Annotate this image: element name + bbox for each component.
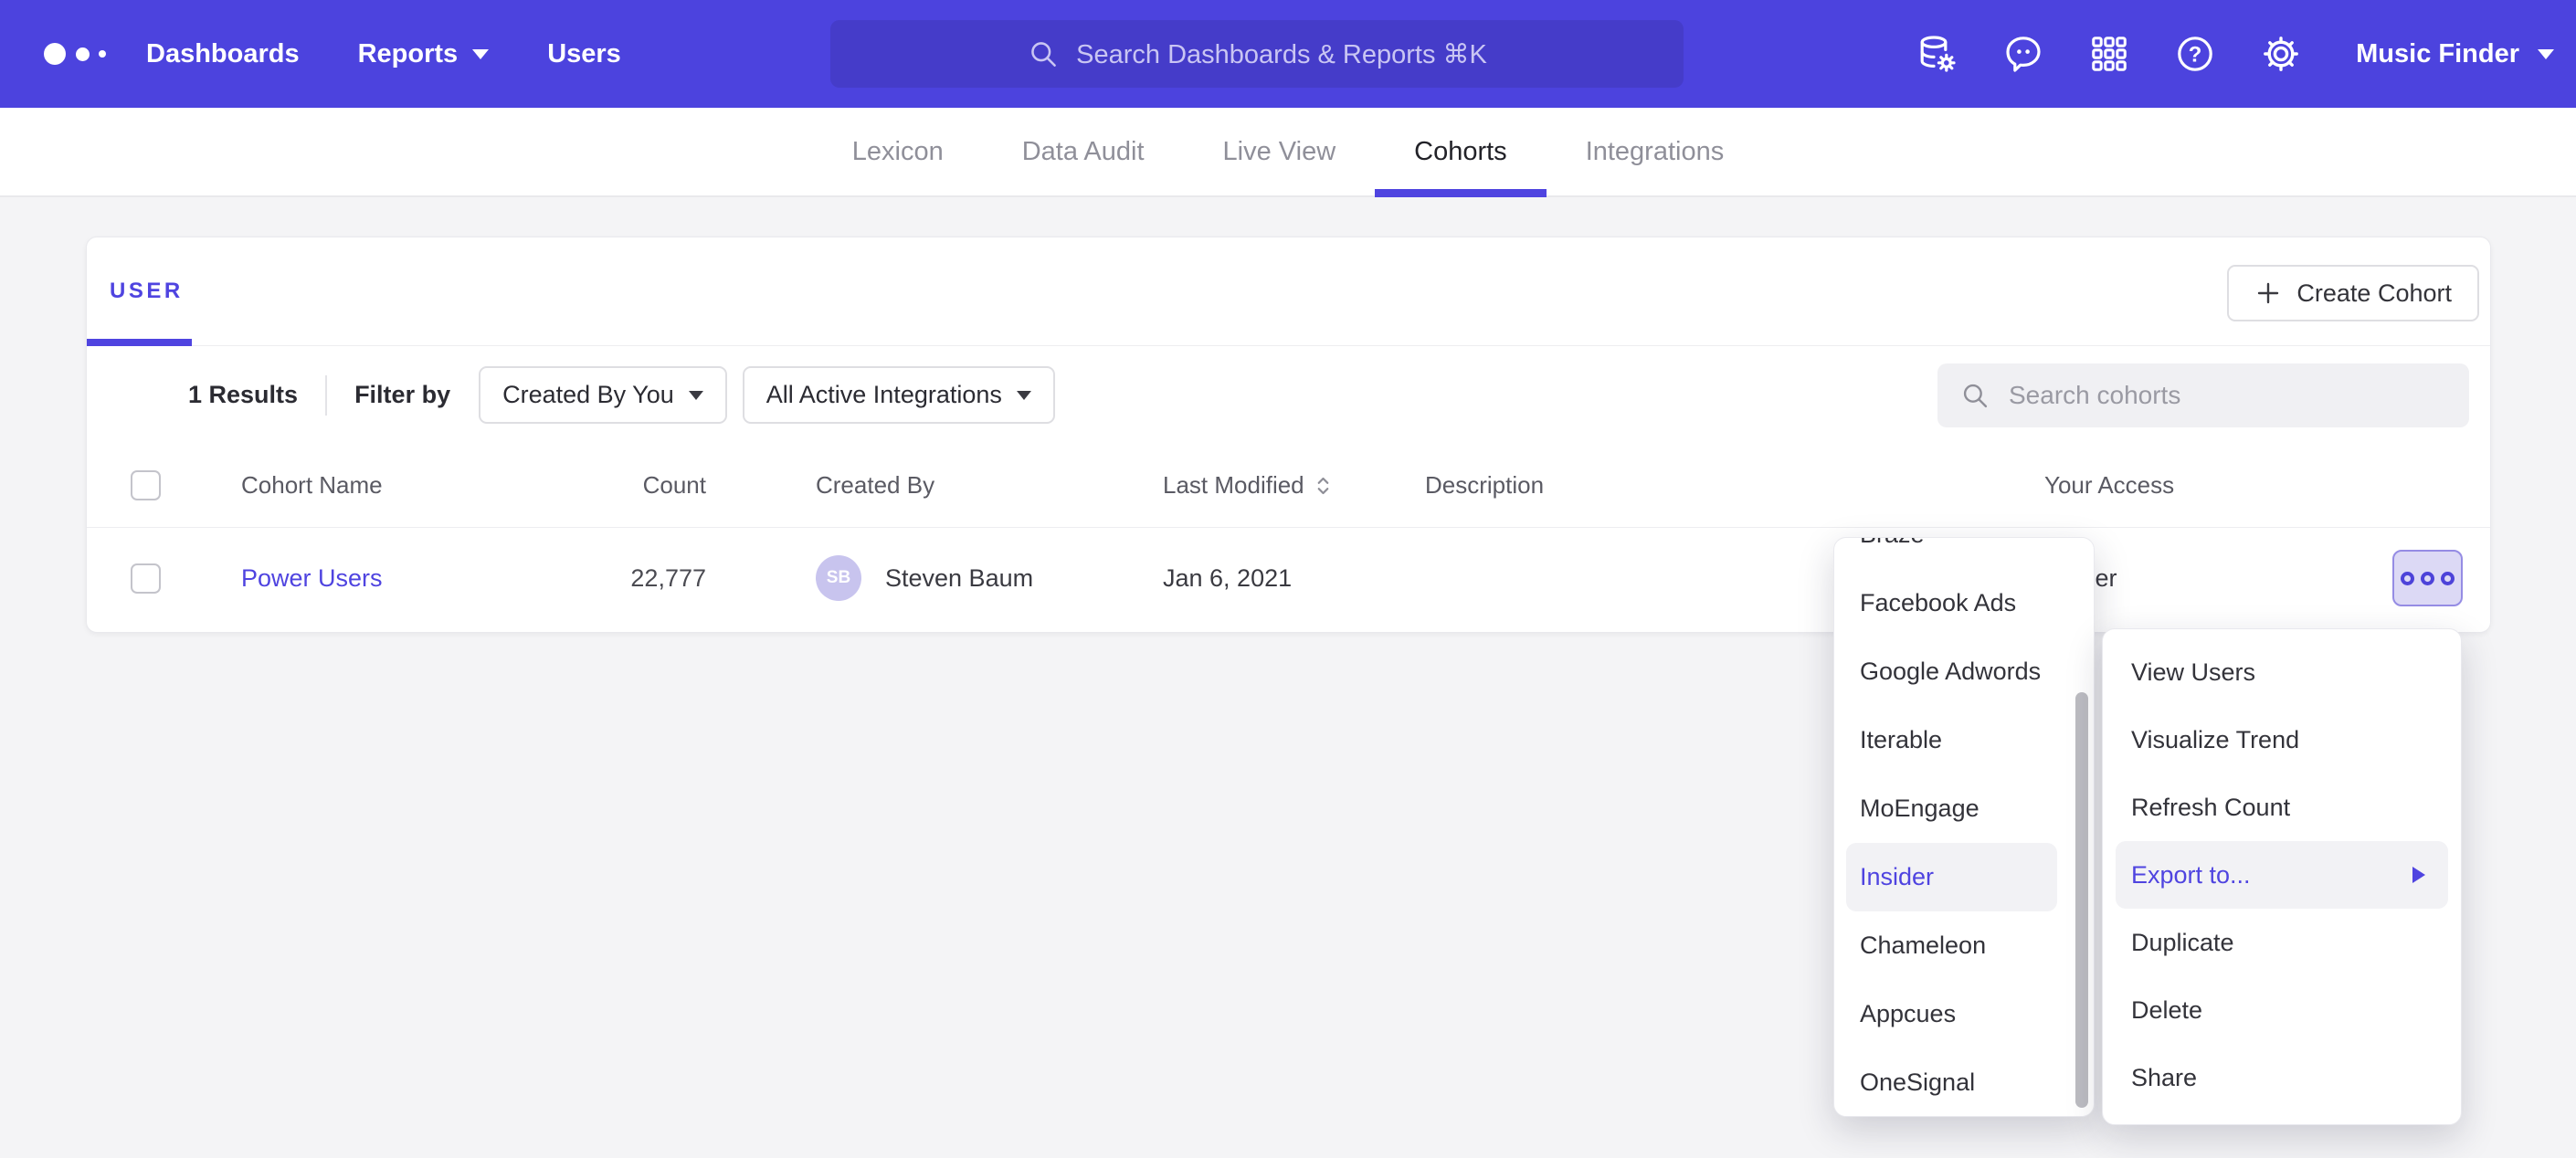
search-icon [1027, 37, 1060, 70]
help-icon[interactable]: ? [2173, 32, 2217, 76]
chevron-down-icon [472, 49, 489, 59]
nav-item-reports[interactable]: Reports [358, 39, 490, 69]
menu-item-visualize-trend[interactable]: Visualize Trend [2116, 706, 2448, 774]
row-actions-button[interactable] [2392, 550, 2463, 606]
menu-item-moengage[interactable]: MoEngage [1846, 774, 2057, 843]
global-search-placeholder: Search Dashboards & Reports ⌘K [1076, 38, 1487, 70]
data-management-icon[interactable] [1916, 32, 1959, 76]
menu-item-export-to[interactable]: Export to... [2116, 841, 2448, 909]
tab-user-cohorts[interactable]: USER [110, 279, 184, 304]
global-search-input[interactable]: Search Dashboards & Reports ⌘K [830, 20, 1684, 88]
filter-by-label: Filter by [354, 381, 450, 409]
row-actions-menu: View Users Visualize Trend Refresh Count… [2102, 628, 2462, 1125]
menu-item-share[interactable]: Share [2116, 1044, 2448, 1111]
menu-item-appcues[interactable]: Appcues [1846, 980, 2057, 1048]
created-by-name: Steven Baum [885, 564, 1033, 593]
nav-item-dashboards[interactable]: Dashboards [146, 39, 300, 69]
cohort-search-placeholder: Search cohorts [2009, 381, 2180, 410]
ellipsis-dot-icon [2421, 572, 2434, 585]
nav-item-users[interactable]: Users [547, 39, 621, 69]
column-header-count: Count [570, 471, 816, 500]
cohort-count: 22,777 [570, 564, 816, 593]
cohorts-card: USER Create Cohort 1 Results Filter by C… [86, 237, 2491, 633]
last-modified-date: Jan 6, 2021 [1163, 564, 1292, 593]
menu-item-duplicate[interactable]: Duplicate [2116, 909, 2448, 976]
sort-icon [1315, 474, 1331, 498]
plus-icon [2254, 279, 2282, 307]
screen: Dashboards Reports Users Search Dashboar… [0, 0, 2576, 1158]
tab-data-audit[interactable]: Data Audit [983, 108, 1184, 195]
column-header-description: Description [1425, 471, 2044, 500]
avatar: SB [816, 555, 861, 601]
settings-gear-icon[interactable] [2259, 32, 2303, 76]
tab-live-view[interactable]: Live View [1184, 108, 1376, 195]
column-header-last-modified[interactable]: Last Modified [1163, 471, 1425, 500]
primary-nav: Dashboards Reports Users [146, 39, 621, 69]
column-header-your-access: Your Access [2044, 471, 2334, 500]
tab-integrations[interactable]: Integrations [1547, 108, 1764, 195]
submenu-arrow-icon [2412, 867, 2425, 883]
navbar-right: ? Music Finder [1916, 32, 2554, 76]
account-name: Music Finder [2356, 39, 2519, 69]
divider [325, 375, 327, 416]
created-by-filter-dropdown[interactable]: Created By You [479, 366, 727, 424]
tab-lexicon[interactable]: Lexicon [813, 108, 983, 195]
column-header-cohort-name: Cohort Name [241, 471, 570, 500]
create-cohort-button[interactable]: Create Cohort [2227, 265, 2479, 321]
chevron-down-icon [689, 391, 703, 400]
svg-text:?: ? [2189, 42, 2202, 67]
chevron-down-icon [2538, 49, 2554, 59]
apps-grid-icon[interactable] [2087, 32, 2131, 76]
ellipsis-dot-icon [2441, 572, 2455, 585]
results-count: 1 Results [188, 381, 298, 409]
menu-item-iterable[interactable]: Iterable [1846, 706, 2057, 774]
menu-item-chameleon[interactable]: Chameleon [1846, 911, 2057, 980]
feedback-icon[interactable] [2001, 32, 2045, 76]
table-header-row: Cohort Name Count Created By Last Modifi… [87, 444, 2490, 528]
integrations-filter-dropdown[interactable]: All Active Integrations [743, 366, 1055, 424]
cohort-row-power-users: Power Users 22,777 SB Steven Baum Jan 6,… [87, 528, 2490, 628]
account-switcher[interactable]: Music Finder [2356, 39, 2554, 69]
select-all-checkbox[interactable] [131, 470, 161, 500]
column-header-created-by: Created By [816, 471, 1163, 500]
row-checkbox[interactable] [131, 563, 161, 594]
scrollbar-thumb[interactable] [2075, 692, 2088, 1108]
section-tabbar: Lexicon Data Audit Live View Cohorts Int… [0, 108, 2576, 197]
actions-menu-list: View Users Visualize Trend Refresh Count… [2103, 629, 2461, 1111]
cohort-type-tabs: USER Create Cohort [87, 237, 2490, 346]
chevron-down-icon [1017, 391, 1031, 400]
menu-item-view-users[interactable]: View Users [2116, 638, 2448, 706]
tab-cohorts[interactable]: Cohorts [1375, 108, 1547, 195]
top-navbar: Dashboards Reports Users Search Dashboar… [0, 0, 2576, 108]
menu-item-delete[interactable]: Delete [2116, 976, 2448, 1044]
search-icon [1959, 380, 1990, 411]
cohort-search-input[interactable]: Search cohorts [1937, 363, 2469, 427]
menu-item-insider[interactable]: Insider [1846, 843, 2057, 911]
menu-item-facebook-ads[interactable]: Facebook Ads [1846, 569, 2057, 637]
mixpanel-logo-dots-icon[interactable] [44, 43, 106, 65]
menu-item-onesignal[interactable]: OneSignal [1846, 1048, 2057, 1117]
menu-item-google-adwords[interactable]: Google Adwords [1846, 637, 2057, 706]
filter-row: 1 Results Filter by Created By You All A… [87, 346, 2490, 444]
cohort-name-link[interactable]: Power Users [241, 564, 383, 592]
ellipsis-dot-icon [2401, 572, 2414, 585]
export-to-submenu: Braze Facebook Ads Google Adwords Iterab… [1833, 537, 2095, 1117]
menu-item-refresh-count[interactable]: Refresh Count [2116, 774, 2448, 841]
export-submenu-list: Braze Facebook Ads Google Adwords Iterab… [1834, 537, 2094, 1117]
menu-item-braze[interactable]: Braze [1846, 537, 2057, 569]
